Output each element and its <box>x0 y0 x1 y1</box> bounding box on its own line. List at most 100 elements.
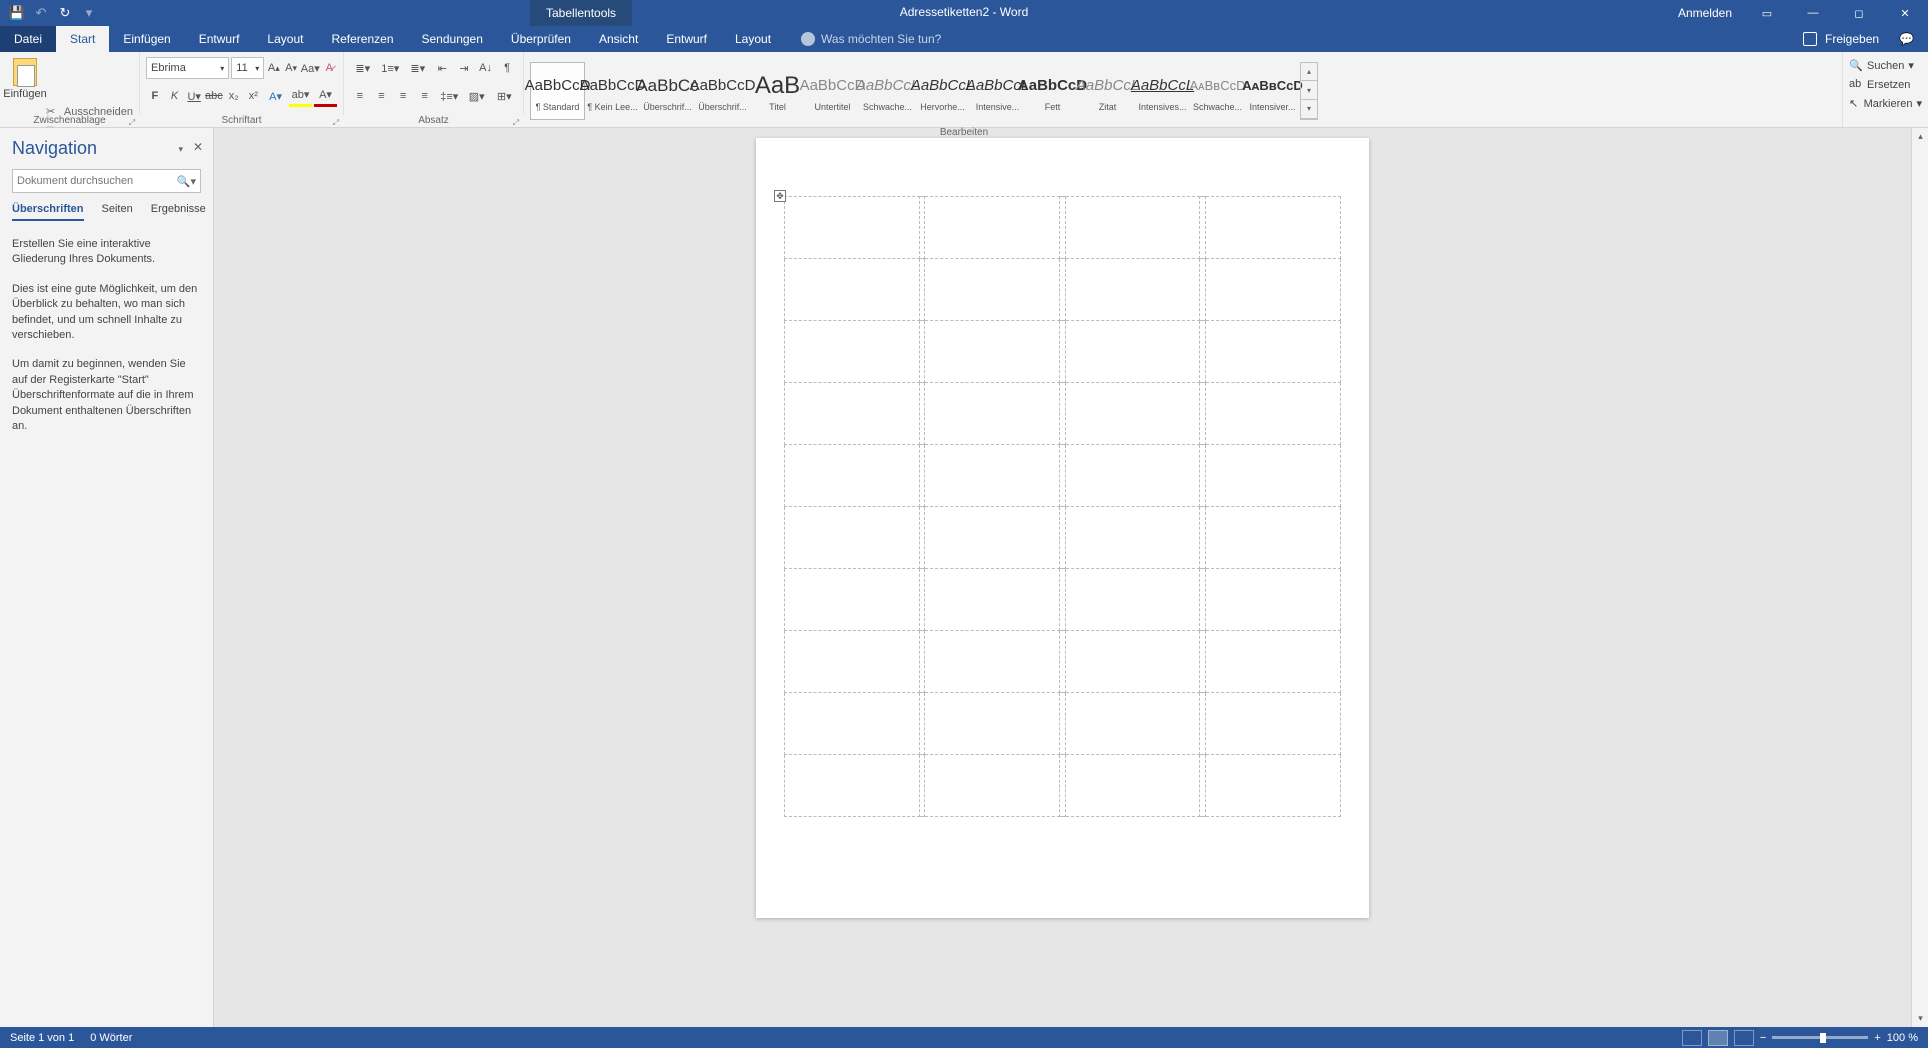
close-icon[interactable]: ✕ <box>1882 0 1928 26</box>
comments-icon[interactable]: 💬 <box>1899 32 1914 46</box>
nav-tab-pages[interactable]: Seiten <box>102 203 133 221</box>
style-emphasis[interactable]: AaBbCcLHervorhe... <box>915 62 970 120</box>
bold-button[interactable]: F <box>146 85 164 107</box>
tab-sendungen[interactable]: Sendungen <box>408 26 497 52</box>
zoom-out-icon[interactable]: − <box>1760 1032 1766 1044</box>
shrink-font-icon[interactable]: A▾ <box>283 57 298 79</box>
group-editing: 🔍Suchen ▾ abErsetzen ↖Markieren ▾ Bearbe… <box>1842 52 1928 127</box>
zoom-in-icon[interactable]: + <box>1874 1032 1880 1044</box>
align-left-icon[interactable]: ≡ <box>350 85 370 107</box>
tab-referenzen[interactable]: Referenzen <box>317 26 407 52</box>
tab-start[interactable]: Start <box>56 26 109 52</box>
undo-icon[interactable]: ↶ <box>30 2 52 24</box>
style-quote[interactable]: AaBbCcLZitat <box>1080 62 1135 120</box>
justify-icon[interactable]: ≡ <box>415 85 435 107</box>
underline-button[interactable]: U▾ <box>185 85 203 107</box>
nav-close-icon[interactable]: ✕ <box>193 140 203 154</box>
ribbon-tabs: Datei Start Einfügen Entwurf Layout Refe… <box>0 26 1928 52</box>
share-icon <box>1803 32 1817 46</box>
superscript-button[interactable]: x² <box>244 85 262 107</box>
font-name-select[interactable]: Ebrima▾ <box>146 57 229 79</box>
style-intense-ref[interactable]: AᴀBʙCᴄDIntensiver... <box>1245 62 1300 120</box>
increase-indent-icon[interactable]: ⇥ <box>454 57 474 79</box>
scroll-up-icon[interactable]: ▴ <box>1912 128 1928 145</box>
tab-table-entwurf[interactable]: Entwurf <box>652 26 721 52</box>
nav-search-box[interactable]: 🔍▾ <box>12 169 201 193</box>
nav-search-input[interactable] <box>17 175 177 187</box>
save-icon[interactable]: 💾 <box>6 2 28 24</box>
decrease-indent-icon[interactable]: ⇤ <box>433 57 453 79</box>
style-no-spacing[interactable]: AaBbCcD¶ Kein Lee... <box>585 62 640 120</box>
change-case-icon[interactable]: Aa▾ <box>301 57 320 79</box>
tell-me-box[interactable]: Was möchten Sie tun? <box>801 26 941 52</box>
align-center-icon[interactable]: ≡ <box>372 85 392 107</box>
subscript-button[interactable]: x₂ <box>225 85 243 107</box>
style-heading1[interactable]: AaBbCcÜberschrif... <box>640 62 695 120</box>
redo-icon[interactable]: ↻ <box>54 2 76 24</box>
highlight-icon[interactable]: ab▾ <box>289 85 312 107</box>
italic-button[interactable]: K <box>166 85 184 107</box>
style-subtle-ref[interactable]: AᴀBʙCᴄDSchwache... <box>1190 62 1245 120</box>
style-intense-quote[interactable]: AaBbCcLIntensives... <box>1135 62 1190 120</box>
clear-formatting-icon[interactable]: A̷ <box>322 57 337 79</box>
bulb-icon <box>801 32 815 46</box>
tab-ueberpruefen[interactable]: Überprüfen <box>497 26 585 52</box>
select-button[interactable]: ↖Markieren ▾ <box>1849 94 1922 113</box>
text-effects-icon[interactable]: A▾ <box>264 85 287 107</box>
styles-gallery-spinner[interactable]: ▴▾▾ <box>1300 62 1318 120</box>
style-standard[interactable]: AaBbCcD¶ Standard <box>530 62 585 120</box>
tab-einfuegen[interactable]: Einfügen <box>109 26 184 52</box>
share-button[interactable]: Freigeben 💬 <box>1789 26 1928 52</box>
qat-customize-icon[interactable]: ▾ <box>78 2 100 24</box>
style-intense-emphasis[interactable]: AaBbCcLIntensive... <box>970 62 1025 120</box>
font-size-select[interactable]: 11▾ <box>231 57 264 79</box>
minimize-icon[interactable]: — <box>1790 0 1836 26</box>
multilevel-icon[interactable]: ≣▾ <box>405 57 431 79</box>
web-layout-icon[interactable] <box>1734 1030 1754 1046</box>
nav-tab-results[interactable]: Ergebnisse <box>151 203 206 221</box>
read-mode-icon[interactable] <box>1682 1030 1702 1046</box>
tab-layout[interactable]: Layout <box>253 26 317 52</box>
nav-dropdown-icon[interactable]: ▾ <box>178 144 183 155</box>
style-subtitle[interactable]: AaBbCcDUntertitel <box>805 62 860 120</box>
bullets-icon[interactable]: ≣▾ <box>350 57 376 79</box>
style-strong[interactable]: AaBbCcDFett <box>1025 62 1080 120</box>
table-move-handle-icon[interactable]: ✥ <box>774 190 786 202</box>
shading-icon[interactable]: ▨▾ <box>464 85 490 107</box>
paste-button[interactable]: Einfügen <box>6 54 44 100</box>
style-subtle-emphasis[interactable]: AaBbCcLSchwache... <box>860 62 915 120</box>
grow-font-icon[interactable]: A▴ <box>266 57 281 79</box>
tab-datei[interactable]: Datei <box>0 26 56 52</box>
word-count[interactable]: 0 Wörter <box>90 1032 132 1044</box>
search-icon[interactable]: 🔍▾ <box>177 175 196 188</box>
replace-button[interactable]: abErsetzen <box>1849 75 1922 94</box>
label-table[interactable] <box>784 196 1341 817</box>
context-tab-tabletools: Tabellentools <box>530 0 632 26</box>
document-canvas[interactable]: ✥ <box>214 128 1911 1027</box>
zoom-slider[interactable] <box>1772 1036 1868 1039</box>
maximize-icon[interactable]: ◻ <box>1836 0 1882 26</box>
nav-tab-headings[interactable]: Überschriften <box>12 203 84 221</box>
font-color-icon[interactable]: A▾ <box>314 85 337 107</box>
group-font: Ebrima▾ 11▾ A▴ A▾ Aa▾ A̷ F K U▾ abc x₂ x… <box>140 52 344 115</box>
style-title[interactable]: AaBTitel <box>750 62 805 120</box>
sign-in-link[interactable]: Anmelden <box>1666 6 1744 20</box>
print-layout-icon[interactable] <box>1708 1030 1728 1046</box>
tab-ansicht[interactable]: Ansicht <box>585 26 652 52</box>
strikethrough-button[interactable]: abc <box>205 85 223 107</box>
line-spacing-icon[interactable]: ‡≡▾ <box>437 85 463 107</box>
numbering-icon[interactable]: 1≡▾ <box>378 57 404 79</box>
show-marks-icon[interactable]: ¶ <box>497 57 517 79</box>
page-indicator[interactable]: Seite 1 von 1 <box>10 1032 74 1044</box>
align-right-icon[interactable]: ≡ <box>393 85 413 107</box>
tab-table-layout[interactable]: Layout <box>721 26 785 52</box>
sort-icon[interactable]: A↓ <box>476 57 496 79</box>
ribbon-display-icon[interactable]: ▭ <box>1744 0 1790 26</box>
scroll-down-icon[interactable]: ▾ <box>1912 1010 1928 1027</box>
vertical-scrollbar[interactable]: ▴ ▾ <box>1911 128 1928 1027</box>
borders-icon[interactable]: ⊞▾ <box>492 85 518 107</box>
zoom-level[interactable]: 100 % <box>1887 1032 1918 1044</box>
tab-entwurf[interactable]: Entwurf <box>185 26 254 52</box>
style-heading2[interactable]: AaBbCcDÜberschrif... <box>695 62 750 120</box>
find-button[interactable]: 🔍Suchen ▾ <box>1849 56 1922 75</box>
